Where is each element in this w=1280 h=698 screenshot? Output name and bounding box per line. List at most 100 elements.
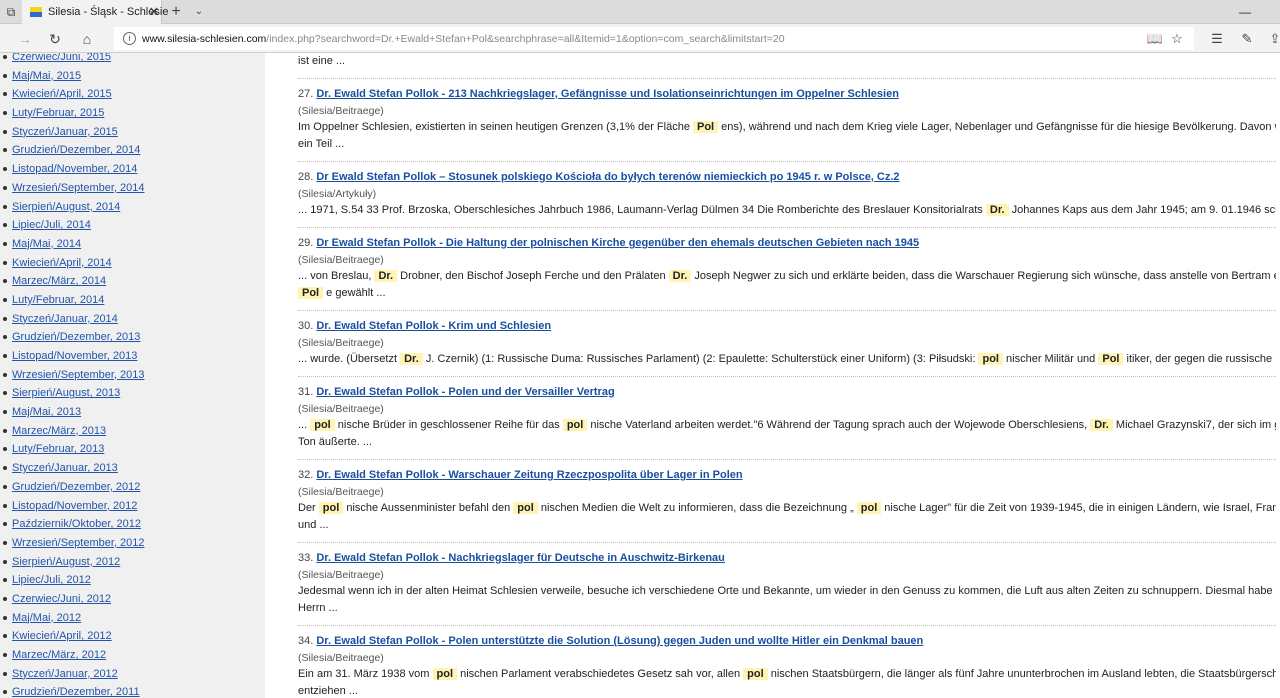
search-term-highlight: pol [856, 502, 882, 514]
snippet-line: und ... [298, 517, 1276, 534]
archive-link[interactable]: Grudzień/Dezember, 2011 [12, 686, 140, 698]
result-title-link[interactable]: Dr. Ewald Stefan Pollok - 213 Nachkriegs… [316, 88, 899, 100]
bullet-icon [3, 615, 7, 620]
archive-link[interactable]: Luty/Februar, 2013 [12, 443, 104, 455]
archive-link[interactable]: Styczeń/Januar, 2013 [12, 462, 118, 474]
snippet-line: Pol e gewählt ... [298, 285, 1276, 302]
minimize-icon[interactable]: — [1230, 0, 1260, 24]
address-bar[interactable]: i www.silesia-schlesien.com/index.php?se… [114, 27, 1194, 50]
refresh-icon[interactable]: ↻ [44, 29, 66, 49]
result-number: 34. [298, 635, 317, 647]
result-number: 28. [298, 171, 317, 183]
bullet-icon [3, 578, 7, 583]
sidebar-archive-item: Luty/Februar, 2015 [0, 107, 265, 126]
bullet-icon [3, 559, 7, 564]
result-title: 30. Dr. Ewald Stefan Pollok - Krim und S… [298, 318, 1276, 335]
archive-link[interactable]: Lipiec/Juli, 2014 [12, 219, 91, 231]
result-title-link[interactable]: Dr. Ewald Stefan Pollok - Polen unterstü… [316, 635, 923, 647]
browser-tab[interactable]: Silesia - Śląsk - Schlesie [22, 0, 168, 24]
favorite-star-icon[interactable]: ☆ [1167, 30, 1187, 48]
archive-link[interactable]: Maj/Mai, 2015 [12, 70, 81, 82]
sidebar-archive-item: Luty/Februar, 2014 [0, 294, 265, 313]
snippet-text: nischer Militär und [1002, 353, 1099, 365]
archive-link[interactable]: Kwiecień/April, 2012 [12, 630, 112, 642]
snippet-line: Ton äußerte. ... [298, 434, 1276, 451]
archive-link[interactable]: Wrzesień/September, 2014 [12, 182, 144, 194]
tab-close-icon[interactable]: ✕ [146, 3, 162, 21]
archive-link[interactable]: Luty/Februar, 2014 [12, 294, 104, 306]
archive-link[interactable]: Grudzień/Dezember, 2014 [12, 144, 140, 156]
sidebar-archive-item: Kwiecień/April, 2015 [0, 88, 265, 107]
archive-link[interactable]: Sierpień/August, 2014 [12, 201, 120, 213]
result-title-link[interactable]: Dr. Ewald Stefan Pollok - Warschauer Zei… [316, 469, 742, 481]
archive-link[interactable]: Czerwiec/Juni, 2015 [12, 53, 111, 63]
sidebar-archive-item: Listopad/November, 2014 [0, 163, 265, 182]
archive-link[interactable]: Listopad/November, 2013 [12, 350, 137, 362]
tab-actions-icon[interactable]: ⧉ [2, 3, 20, 21]
archive-link[interactable]: Luty/Februar, 2015 [12, 107, 104, 119]
bullet-icon [3, 55, 7, 59]
search-result: 29. Dr Ewald Stefan Pollok - Die Haltung… [298, 227, 1276, 310]
home-icon[interactable]: ⌂ [76, 29, 98, 49]
search-result: 33. Dr. Ewald Stefan Pollok - Nachkriegs… [298, 542, 1276, 625]
search-result: 27. Dr. Ewald Stefan Pollok - 213 Nachkr… [298, 78, 1276, 161]
new-tab-icon[interactable]: + [167, 3, 185, 21]
forward-icon[interactable]: → [14, 29, 36, 49]
archive-link[interactable]: Styczeń/Januar, 2015 [12, 126, 118, 138]
tab-list-chevron-icon[interactable]: ⌄ [190, 3, 208, 21]
archive-link[interactable]: Styczeń/Januar, 2012 [12, 668, 118, 680]
archive-link[interactable]: Maj/Mai, 2013 [12, 406, 81, 418]
result-title-link[interactable]: Dr. Ewald Stefan Pollok - Nachkriegslage… [316, 552, 725, 564]
result-title-link[interactable]: Dr. Ewald Stefan Pollok - Polen und der … [316, 386, 614, 398]
result-snippet: ... wurde. (Übersetzt Dr. J. Czernik) (1… [298, 351, 1276, 368]
result-title-link[interactable]: Dr. Ewald Stefan Pollok - Krim und Schle… [316, 320, 551, 332]
snippet-text: Herrn ... [298, 602, 338, 614]
archive-link[interactable]: Marzec/März, 2012 [12, 649, 106, 661]
bullet-icon [3, 522, 7, 527]
archive-link[interactable]: Listopad/November, 2012 [12, 500, 137, 512]
result-title-link[interactable]: Dr Ewald Stefan Pollok - Die Haltung der… [316, 237, 919, 249]
sidebar-archive-item: Marzec/März, 2012 [0, 649, 265, 668]
search-term-highlight: Pol [693, 121, 719, 133]
archive-link[interactable]: Grudzień/Dezember, 2013 [12, 331, 140, 343]
archive-link[interactable]: Maj/Mai, 2014 [12, 238, 81, 250]
archive-link[interactable]: Marzec/März, 2013 [12, 425, 106, 437]
search-result: 30. Dr. Ewald Stefan Pollok - Krim und S… [298, 310, 1276, 376]
archive-link[interactable]: Wrzesień/September, 2012 [12, 537, 144, 549]
result-snippet: ... pol nische Brüder in geschlossener R… [298, 417, 1276, 451]
snippet-text: ... von Breslau, [298, 270, 375, 282]
result-category: (Silesia/Artykuły) [298, 188, 377, 200]
archive-link[interactable]: Grudzień/Dezember, 2012 [12, 481, 140, 493]
web-note-icon[interactable]: ✎ [1236, 29, 1258, 49]
snippet-text: ens), während und nach dem Krieg viele L… [718, 121, 1276, 133]
sidebar-archive-item: Listopad/November, 2012 [0, 500, 265, 519]
snippet-text: entziehen ... [298, 685, 358, 697]
reading-view-icon[interactable]: 📖 [1145, 30, 1165, 48]
bullet-icon [3, 447, 7, 452]
share-icon[interactable]: ⇪ [1264, 29, 1280, 49]
archive-link[interactable]: Czerwiec/Juni, 2012 [12, 593, 111, 605]
result-title-link[interactable]: Dr Ewald Stefan Pollok – Stosunek polski… [316, 171, 899, 183]
archive-link[interactable]: Lipiec/Juli, 2012 [12, 574, 91, 586]
sidebar-archive-item: Czerwiec/Juni, 2012 [0, 593, 265, 612]
archive-link[interactable]: Kwiecień/April, 2015 [12, 88, 112, 100]
search-term-highlight: pol [318, 502, 344, 514]
archive-link[interactable]: Listopad/November, 2014 [12, 163, 137, 175]
sidebar-archive-item: Grudzień/Dezember, 2013 [0, 331, 265, 350]
archive-link[interactable]: Maj/Mai, 2012 [12, 612, 81, 624]
archive-link[interactable]: Marzec/März, 2014 [12, 275, 106, 287]
result-title: 28. Dr Ewald Stefan Pollok – Stosunek po… [298, 169, 1276, 186]
archive-link[interactable]: Sierpień/August, 2013 [12, 387, 120, 399]
site-info-icon[interactable]: i [123, 32, 136, 45]
snippet-text: nischen Medien die Welt zu informieren, … [537, 502, 857, 514]
snippet-text: nische Vaterland arbeiten werdet."6 Währ… [587, 419, 1091, 431]
address-url[interactable]: www.silesia-schlesien.com/index.php?sear… [142, 33, 785, 45]
archive-link[interactable]: Październik/Oktober, 2012 [12, 518, 141, 530]
archive-link[interactable]: Kwiecień/April, 2014 [12, 257, 112, 269]
search-term-highlight: pol [310, 419, 335, 431]
hub-icon[interactable]: ☰ [1206, 29, 1228, 49]
archive-link[interactable]: Styczeń/Januar, 2014 [12, 313, 118, 325]
archive-link[interactable]: Sierpień/August, 2012 [12, 556, 120, 568]
sidebar-archive-item: Lipiec/Juli, 2014 [0, 219, 265, 238]
archive-link[interactable]: Wrzesień/September, 2013 [12, 369, 144, 381]
